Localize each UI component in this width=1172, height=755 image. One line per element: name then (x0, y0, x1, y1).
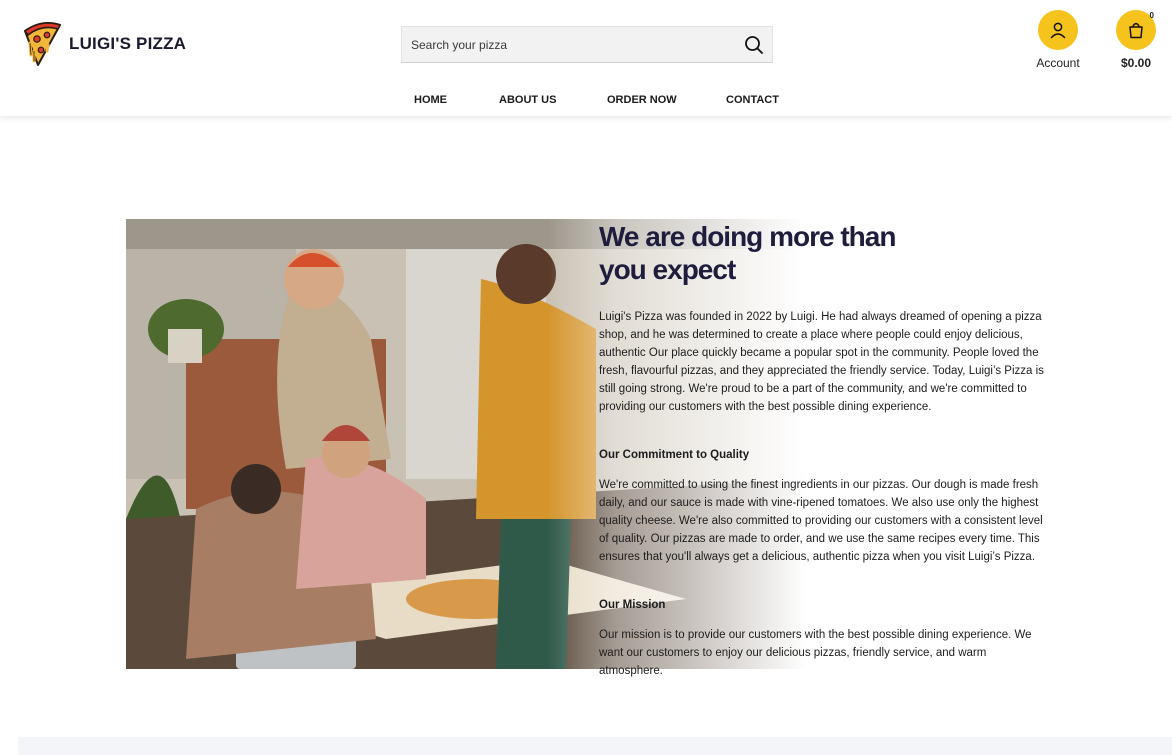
about-heading-line2: you expect (599, 254, 736, 285)
account-label: Account (1036, 56, 1080, 70)
shopping-bag-icon (1129, 22, 1143, 39)
mission-title: Our Mission (599, 599, 666, 611)
search-button[interactable] (736, 27, 772, 62)
account-button[interactable]: Account (1030, 10, 1086, 70)
footer-strip (18, 737, 1172, 755)
mission-text: Our mission is to provide our customers … (599, 629, 1032, 677)
nav-about-us[interactable]: ABOUT US (499, 94, 556, 106)
brand-name: LUIGI'S PIZZA (69, 34, 187, 53)
cart-button[interactable]: 0 $0.00 (1110, 10, 1162, 70)
quality-text: We're committed to using the finest ingr… (599, 479, 1043, 563)
brand-logo[interactable]: LUIGI'S PIZZA (22, 21, 186, 67)
nav-contact[interactable]: CONTACT (726, 94, 779, 106)
search-bar (401, 26, 773, 63)
quality-title: Our Commitment to Quality (599, 449, 750, 461)
cart-count-badge: 0 (1149, 11, 1154, 20)
about-hero-image (126, 219, 806, 669)
about-heading: We are doing more than you expect (599, 220, 1049, 286)
cart-icon-circle: 0 (1116, 10, 1156, 50)
pizza-slice-icon (23, 22, 62, 66)
about-intro-text: Luigi's Pizza was founded in 2022 by Lui… (599, 311, 1044, 413)
about-heading-line1: We are doing more than (599, 221, 896, 252)
site-header: LUIGI'S PIZZA Account 0 $0.00 (0, 0, 1172, 116)
search-input[interactable] (402, 27, 738, 62)
cart-total: $0.00 (1120, 56, 1152, 70)
nav-order-now[interactable]: ORDER NOW (607, 94, 677, 106)
about-content: We are doing more than you expect Luigi'… (599, 220, 1049, 677)
nav-home[interactable]: HOME (414, 94, 447, 106)
account-icon-circle (1038, 10, 1078, 50)
user-icon (1050, 22, 1066, 39)
search-icon (745, 35, 763, 54)
